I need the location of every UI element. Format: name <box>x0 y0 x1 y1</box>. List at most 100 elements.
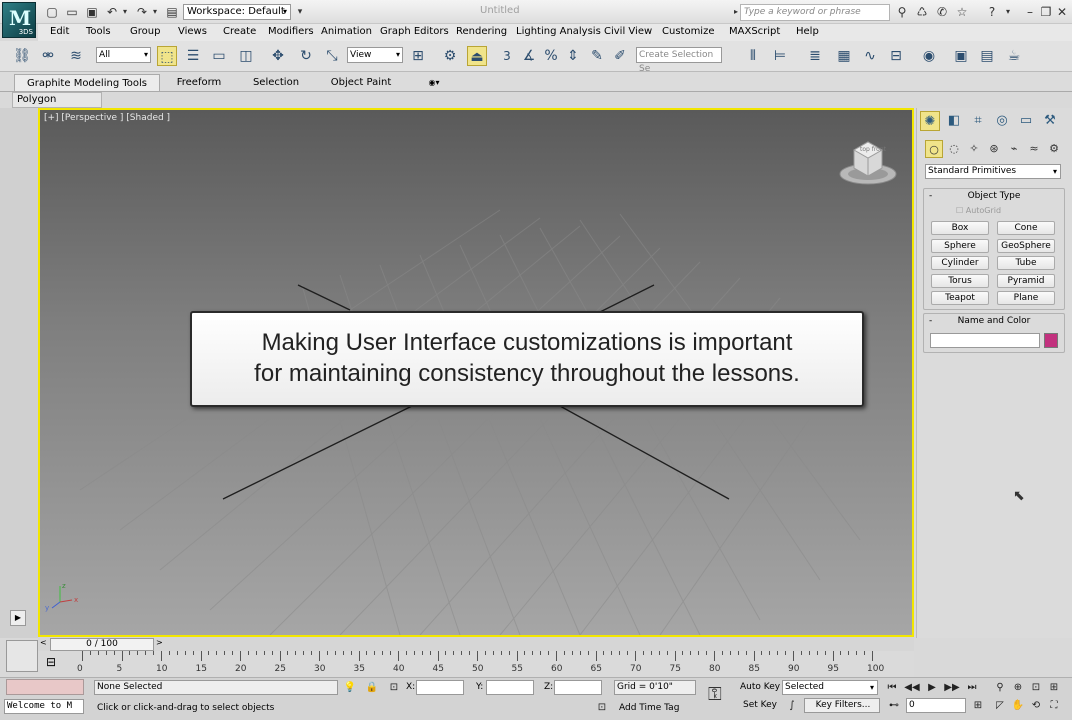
mini-listener-toggle[interactable] <box>6 640 38 672</box>
pan-view-icon[interactable]: ✋ <box>1010 698 1026 714</box>
motion-tab-icon[interactable]: ◎ <box>992 111 1012 131</box>
key-mode-toggle-icon[interactable]: ⊷ <box>886 698 902 714</box>
restore-icon[interactable]: ❐ <box>1038 4 1054 20</box>
cylinder-button[interactable]: Cylinder <box>931 256 989 270</box>
plane-button[interactable]: Plane <box>997 291 1055 305</box>
select-and-scale-icon[interactable]: ⤡ <box>322 46 342 66</box>
selection-filter-dropdown[interactable]: All ▾ <box>96 47 151 63</box>
spinner-snap-icon[interactable]: ⇕ <box>563 46 583 66</box>
select-and-manipulate-icon[interactable]: ⚙ <box>440 46 460 66</box>
default-in-out-tangents-icon[interactable]: ∫ <box>784 698 800 714</box>
time-prev-icon[interactable]: < <box>40 638 47 647</box>
tab-selection[interactable]: Selection <box>242 74 310 91</box>
rectangular-selection-icon[interactable]: ▭ <box>209 46 229 66</box>
tab-object-paint[interactable]: Object Paint <box>320 74 402 91</box>
time-slider[interactable]: 0 / 100 <box>50 638 154 651</box>
set-key-button[interactable]: Set Key <box>743 700 777 710</box>
pyramid-button[interactable]: Pyramid <box>997 274 1055 288</box>
tube-button[interactable]: Tube <box>997 256 1055 270</box>
zoom-extents-all-icon[interactable]: ⊞ <box>1046 680 1062 696</box>
perspective-viewport[interactable]: z x y [+] [Perspective ] [Shaded ] top f… <box>38 108 914 637</box>
shapes-icon[interactable]: ◌ <box>945 140 963 158</box>
align-icon[interactable]: ⊨ <box>770 46 790 66</box>
pivot-center-icon[interactable]: ⊞ <box>408 46 428 66</box>
graphite-toggle-icon[interactable]: ▦ <box>834 46 854 66</box>
ribbon-options-icon[interactable]: ◉▾ <box>422 74 446 91</box>
undo-dropdown-icon[interactable]: ▾ <box>117 4 133 20</box>
autogrid-checkbox[interactable]: ☐ AutoGrid <box>956 206 1001 215</box>
abc-icon[interactable]: ✐ <box>610 46 630 66</box>
panel-polygon-modeling[interactable]: Polygon Modeling <box>12 92 102 119</box>
key-mode-dropdown[interactable]: Selected ▾ <box>782 680 878 695</box>
application-button[interactable]: M 3DS <box>2 2 36 38</box>
utilities-tab-icon[interactable]: ⚒ <box>1040 111 1060 131</box>
render-production-icon[interactable]: ☕ <box>1004 46 1024 66</box>
mirror-icon[interactable]: ⫴ <box>743 46 763 66</box>
object-name-input[interactable] <box>930 333 1040 348</box>
schematic-view-icon[interactable]: ⊟ <box>886 46 906 66</box>
close-icon[interactable]: ✕ <box>1054 4 1070 20</box>
unlink-selection-icon[interactable]: ⚮ <box>38 46 58 66</box>
menu-modifiers[interactable]: Modifiers <box>268 26 314 37</box>
curve-editor-icon[interactable]: ∿ <box>860 46 880 66</box>
zoom-all-icon[interactable]: ⊕ <box>1010 680 1026 696</box>
maximize-viewport-icon[interactable]: ⛶ <box>1046 698 1062 714</box>
current-frame-field[interactable]: 0 <box>906 698 966 713</box>
x-coordinate-field[interactable] <box>416 680 464 695</box>
auto-key-button[interactable]: Auto Key <box>740 682 780 692</box>
absolute-mode-icon[interactable]: ⊡ <box>386 680 402 696</box>
tab-graphite-modeling-tools[interactable]: Graphite Modeling Tools <box>14 74 160 91</box>
communication-icon[interactable]: ✆ <box>934 4 950 20</box>
open-mini-curve-editor-icon[interactable]: ⊟ <box>46 655 56 669</box>
material-editor-icon[interactable]: ◉ <box>919 46 939 66</box>
object-category-dropdown[interactable]: Standard Primitives ▾ <box>925 164 1061 179</box>
cameras-icon[interactable]: ⊛ <box>985 140 1003 158</box>
edit-named-selection-icon[interactable]: ✎ <box>587 46 607 66</box>
layer-manager-icon[interactable]: ≣ <box>805 46 825 66</box>
sphere-button[interactable]: Sphere <box>931 239 989 253</box>
add-time-tag[interactable]: Add Time Tag <box>619 703 679 713</box>
workspace-dropdown[interactable]: Workspace: Default ▾ <box>183 4 291 20</box>
z-coordinate-field[interactable] <box>554 680 602 695</box>
systems-icon[interactable]: ⚙ <box>1045 140 1063 158</box>
favorites-star-icon[interactable]: ☆ <box>954 4 970 20</box>
play-icon[interactable]: ▶ <box>924 680 940 696</box>
window-crossing-icon[interactable]: ◫ <box>236 46 256 66</box>
orbit-icon[interactable]: ⟲ <box>1028 698 1044 714</box>
hierarchy-tab-icon[interactable]: ⌗ <box>968 111 988 131</box>
key-icon[interactable]: ⚿ <box>708 684 722 705</box>
create-tab-icon[interactable]: ✺ <box>920 111 940 131</box>
bind-to-space-warp-icon[interactable]: ≋ <box>66 46 86 66</box>
menu-edit[interactable]: Edit <box>50 26 69 37</box>
torus-button[interactable]: Torus <box>931 274 989 288</box>
previous-frame-icon[interactable]: ◀◀ <box>904 680 920 696</box>
key-filters-button[interactable]: Key Filters... <box>804 698 880 713</box>
name-and-color-header[interactable]: - Name and Color <box>924 314 1064 328</box>
rendered-frame-window-icon[interactable]: ▤ <box>977 46 997 66</box>
time-configuration-icon[interactable]: ⊞ <box>970 698 986 714</box>
y-coordinate-field[interactable] <box>486 680 534 695</box>
render-setup-icon[interactable]: ▣ <box>951 46 971 66</box>
minimize-icon[interactable]: – <box>1022 4 1038 20</box>
isolate-selection-icon[interactable]: 💡 <box>342 680 358 696</box>
tab-freeform[interactable]: Freeform <box>166 74 232 91</box>
teapot-button[interactable]: Teapot <box>931 291 989 305</box>
goto-start-icon[interactable]: ⏮ <box>884 680 900 696</box>
viewport-label[interactable]: [+] [Perspective ] [Shaded ] <box>44 113 170 123</box>
zoom-icon[interactable]: ⚲ <box>992 680 1008 696</box>
keyboard-shortcut-override-icon[interactable]: ⏏ <box>467 46 487 66</box>
select-and-link-icon[interactable]: ⛓ <box>12 46 32 66</box>
layout-expand-icon[interactable]: ▶ <box>10 610 26 626</box>
maxscript-listener-input[interactable] <box>6 679 84 695</box>
menu-rendering[interactable]: Rendering <box>456 26 507 37</box>
track-bar[interactable]: 0 5 10 15 20 25 30 35 40 45 50 55 60 65 70 75 80 85 90 95 10… <box>77 651 914 677</box>
object-color-swatch[interactable] <box>1044 333 1058 348</box>
new-scene-icon[interactable]: ▢ <box>44 4 60 20</box>
project-folder-icon[interactable]: ▤ <box>164 4 180 20</box>
goto-end-icon[interactable]: ⏭ <box>964 680 980 696</box>
named-selection-sets-input[interactable]: Create Selection Se <box>636 47 722 74</box>
angle-snap-icon[interactable]: ∡ <box>519 46 539 66</box>
geosphere-button[interactable]: GeoSphere <box>997 239 1055 253</box>
modify-tab-icon[interactable]: ◧ <box>944 111 964 131</box>
search-binoculars-icon[interactable]: ⚲ <box>894 4 910 20</box>
